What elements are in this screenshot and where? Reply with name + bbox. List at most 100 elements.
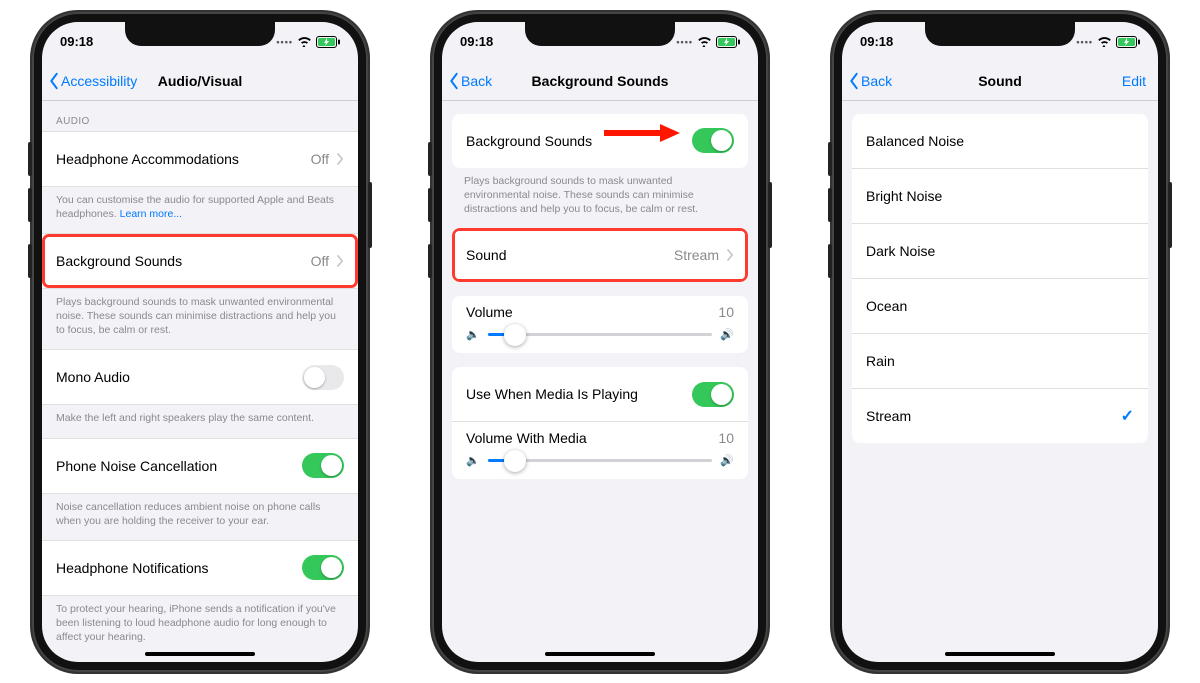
footer-mono-audio: Make the left and right speakers play th…	[42, 405, 358, 437]
sound-option[interactable]: Dark Noise	[852, 223, 1148, 278]
checkmark-icon: ✓	[1121, 406, 1134, 426]
nav-title: Sound	[978, 73, 1022, 89]
screen-3: 09:18 •••• Back Sound	[842, 22, 1158, 662]
back-label: Accessibility	[61, 73, 137, 89]
label: Headphone Notifications	[56, 560, 302, 576]
battery-icon	[1116, 36, 1140, 48]
home-indicator[interactable]	[145, 652, 255, 656]
group-bg-toggle: Background Sounds	[452, 114, 748, 168]
media-volume-slider[interactable]	[488, 459, 713, 462]
nav-title: Background Sounds	[532, 73, 669, 89]
phone-frame-3: 09:18 •••• Back Sound	[832, 12, 1168, 672]
back-button[interactable]: Accessibility	[48, 62, 137, 100]
option-label: Bright Noise	[866, 188, 1134, 204]
media-volume-value: 10	[718, 430, 734, 446]
content-2[interactable]: Background Sounds Plays background sound…	[442, 100, 758, 662]
footer-background-sounds: Plays background sounds to mask unwanted…	[42, 289, 358, 350]
content-3[interactable]: Balanced Noise Bright Noise Dark Noise Ocea…	[842, 100, 1158, 662]
toggle-use-when-media[interactable]	[692, 382, 734, 407]
volume-slider[interactable]	[488, 333, 713, 336]
cell-background-sounds[interactable]: Background Sounds Off	[42, 234, 358, 288]
footer-noise-cancel: Noise cancellation reduces ambient noise…	[42, 494, 358, 540]
notch	[525, 22, 675, 46]
battery-icon	[716, 36, 740, 48]
toggle-noise-cancellation[interactable]	[302, 453, 344, 478]
option-label: Rain	[866, 353, 1134, 369]
cell-mono-audio[interactable]: Mono Audio	[42, 350, 358, 404]
phone-frame-2: 09:18 •••• Back Background Sounds	[432, 12, 768, 672]
label: Headphone Accommodations	[56, 151, 311, 167]
sound-option[interactable]: Ocean	[852, 278, 1148, 333]
cell-signal-icon: ••••	[676, 37, 693, 47]
label: Mono Audio	[56, 369, 302, 385]
group-media: Use When Media Is Playing Volume With Me…	[452, 367, 748, 479]
content-1[interactable]: AUDIO Headphone Accommodations Off You c…	[42, 100, 358, 662]
edit-button[interactable]: Edit	[1122, 62, 1146, 100]
notch	[125, 22, 275, 46]
volume-label: Volume	[466, 304, 513, 320]
group-sound: Sound Stream	[452, 228, 748, 282]
speaker-low-icon: 🔈	[466, 454, 480, 467]
notch	[925, 22, 1075, 46]
group-headphone-notif: Headphone Notifications	[42, 540, 358, 596]
chevron-right-icon	[337, 255, 344, 267]
home-indicator[interactable]	[945, 652, 1055, 656]
cell-use-when-media-playing[interactable]: Use When Media Is Playing	[452, 367, 748, 421]
nav-bar: Back Background Sounds	[442, 62, 758, 101]
speaker-high-icon: 🔊	[720, 328, 734, 341]
sound-option[interactable]: Bright Noise	[852, 168, 1148, 223]
value: Stream	[674, 247, 719, 263]
footer-bg-toggle: Plays background sounds to mask unwanted…	[442, 168, 758, 229]
wifi-icon	[297, 36, 312, 47]
speaker-low-icon: 🔈	[466, 328, 480, 341]
cell-volume[interactable]: Volume 10 🔈 🔊	[452, 296, 748, 353]
sound-option[interactable]: Balanced Noise	[852, 114, 1148, 168]
back-label: Back	[861, 73, 892, 89]
group-volume: Volume 10 🔈 🔊	[452, 296, 748, 353]
chevron-right-icon	[337, 153, 344, 165]
sound-option[interactable]: Stream✓	[852, 388, 1148, 443]
cell-headphone-notifications[interactable]: Headphone Notifications	[42, 541, 358, 595]
learn-more-link[interactable]: Learn more...	[120, 208, 182, 220]
group-noise-cancel: Phone Noise Cancellation	[42, 438, 358, 494]
sound-options-list: Balanced Noise Bright Noise Dark Noise Ocea…	[852, 114, 1148, 443]
toggle-headphone-notifications[interactable]	[302, 555, 344, 580]
cell-background-sounds-toggle[interactable]: Background Sounds	[452, 114, 748, 168]
home-indicator[interactable]	[545, 652, 655, 656]
status-icons: ••••	[276, 36, 340, 48]
back-button[interactable]: Back	[448, 62, 492, 100]
section-header-balance: BALANCE	[42, 656, 358, 661]
chevron-left-icon	[448, 72, 460, 90]
footer-headphone-accom: You can customise the audio for supporte…	[42, 187, 358, 233]
label: Phone Noise Cancellation	[56, 458, 302, 474]
toggle-background-sounds[interactable]	[692, 128, 734, 153]
speaker-high-icon: 🔊	[720, 454, 734, 467]
status-time: 09:18	[60, 34, 93, 49]
nav-bar: Back Sound Edit	[842, 62, 1158, 101]
cell-headphone-accommodations[interactable]: Headphone Accommodations Off	[42, 132, 358, 186]
cell-noise-cancellation[interactable]: Phone Noise Cancellation	[42, 439, 358, 493]
chevron-left-icon	[848, 72, 860, 90]
option-label: Balanced Noise	[866, 133, 1134, 149]
battery-icon	[316, 36, 340, 48]
nav-title: Audio/Visual	[158, 73, 243, 89]
sound-option[interactable]: Rain	[852, 333, 1148, 388]
value: Off	[311, 253, 329, 269]
cell-signal-icon: ••••	[276, 37, 293, 47]
phone-frame-1: 09:18 •••• Accessibility Audio/Visual	[32, 12, 368, 672]
footer-headphone-notif: To protect your hearing, iPhone sends a …	[42, 596, 358, 657]
toggle-mono-audio[interactable]	[302, 365, 344, 390]
chevron-left-icon	[48, 72, 60, 90]
group-background-sounds: Background Sounds Off	[42, 233, 358, 289]
wifi-icon	[697, 36, 712, 47]
back-button[interactable]: Back	[848, 62, 892, 100]
cell-sound[interactable]: Sound Stream	[452, 228, 748, 282]
value: Off	[311, 151, 329, 167]
group-headphone-accom: Headphone Accommodations Off	[42, 131, 358, 187]
label: Background Sounds	[56, 253, 311, 269]
cell-volume-with-media[interactable]: Volume With Media 10 🔈 🔊	[452, 421, 748, 479]
status-icons: ••••	[1076, 36, 1140, 48]
back-label: Back	[461, 73, 492, 89]
option-label: Ocean	[866, 298, 1134, 314]
option-label: Stream	[866, 408, 1121, 424]
